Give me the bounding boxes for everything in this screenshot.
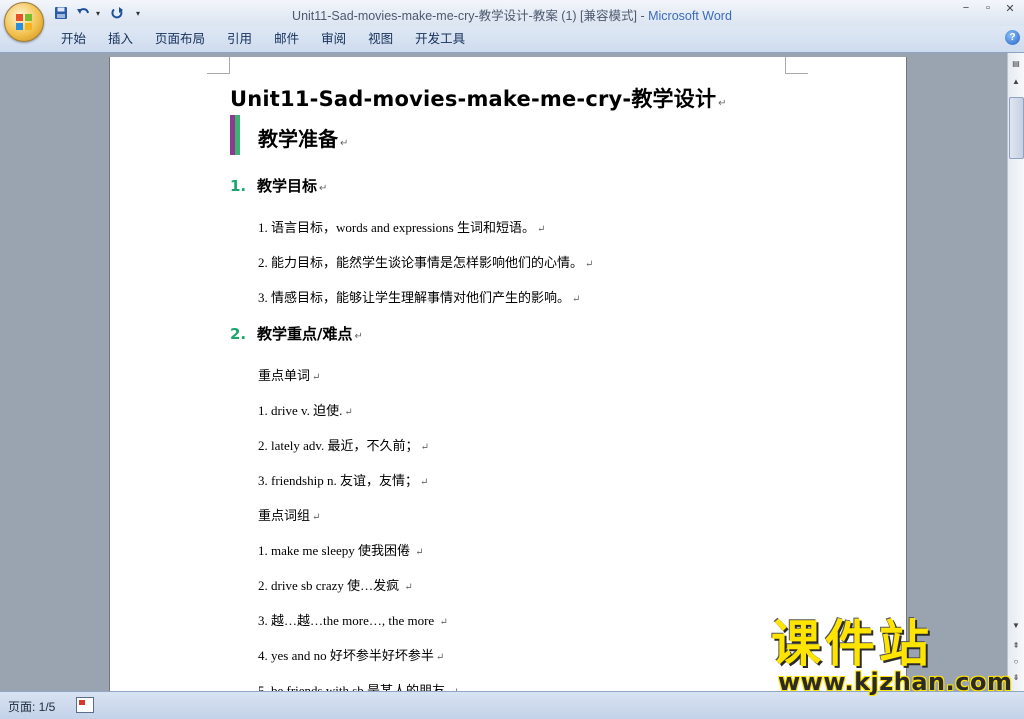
list-item: 3. 情感目标，能够让学生理解事情对他们产生的影响。 ↵ [258, 287, 580, 306]
list-item-text: 1. drive v. 迫使. [258, 403, 343, 418]
paragraph-mark-icon: ↵ [435, 652, 445, 663]
section-title: 教学目标 [257, 177, 318, 195]
list-item: 1. 语言目标，words and expressions 生词和短语。 ↵ [258, 217, 545, 236]
list-item: 2. drive sb crazy 使…发疯 ↵ [258, 575, 413, 594]
subsection-label: 重点单词 ↵ [258, 365, 320, 384]
document-title: Unit11-Sad-movies-make-me-cry-教学设计 ↵ [230, 83, 727, 113]
document-workspace: Unit11-Sad-movies-make-me-cry-教学设计 ↵ 教学准备… [0, 53, 1008, 697]
list-item-text: 3. friendship n. 友谊，友情； [258, 473, 418, 488]
tab-developer[interactable]: 开发工具 [404, 31, 476, 47]
scroll-up-icon[interactable]: ▲ [1009, 75, 1023, 89]
list-item-text: 3. 情感目标，能够让学生理解事情对他们产生的影响。 [258, 290, 571, 305]
paragraph-mark-icon: ↵ [319, 183, 328, 194]
list-item: 3. 越…越…the more…, the more ↵ [258, 610, 448, 629]
scroll-down-icon[interactable]: ▼ [1009, 619, 1023, 633]
list-item-text: 1. make me sleepy 使我困倦 [258, 543, 414, 558]
margin-corner-right [785, 57, 808, 74]
paragraph-mark-icon: ↵ [718, 98, 727, 109]
app-name: Microsoft Word [648, 9, 732, 23]
watermark-url: www.kjzhan.com [778, 668, 1013, 696]
page-count[interactable]: 页面: 1/5 [8, 698, 55, 715]
paragraph-mark-icon: ↵ [585, 259, 594, 270]
office-button[interactable] [4, 2, 44, 42]
list-item: 3. friendship n. 友谊，友情； ↵ [258, 470, 428, 489]
paragraph-mark-icon: ↵ [344, 407, 353, 418]
heading-1: 教学准备 ↵ [258, 123, 348, 152]
restore-icon[interactable]: ▫ [980, 2, 996, 15]
section-heading-2: 2. 教学重点/难点 ↵ [230, 323, 363, 344]
paragraph-mark-icon: ↵ [415, 547, 424, 558]
list-item: 1. drive v. 迫使. ↵ [258, 400, 353, 419]
tab-insert[interactable]: 插入 [97, 31, 144, 47]
key-words-label: 重点单词 [258, 368, 311, 383]
section-title: 教学重点/难点 [257, 325, 353, 343]
list-item: 2. lately adv. 最近，不久前； ↵ [258, 435, 429, 454]
tab-review[interactable]: 审阅 [310, 31, 357, 47]
scroll-thumb[interactable] [1009, 97, 1024, 159]
view-ruler-icon[interactable]: ▤ [1009, 57, 1023, 71]
paragraph-mark-icon: ↵ [312, 512, 321, 523]
tab-references[interactable]: 引用 [216, 31, 263, 47]
paragraph-mark-icon: ↵ [536, 224, 546, 235]
ribbon-tabs: 开始 插入 页面布局 引用 邮件 审阅 视图 开发工具 [50, 31, 476, 47]
proofing-icon[interactable] [76, 697, 94, 713]
document-title-text: Unit11-Sad-movies-make-me-cry-教学设计 [230, 87, 717, 111]
tab-page-layout[interactable]: 页面布局 [144, 31, 216, 47]
list-item-text: 2. 能力目标，能然学生谈论事情是怎样影响他们的心情。 [258, 255, 584, 270]
paragraph-mark-icon: ↵ [420, 442, 429, 453]
tab-home[interactable]: 开始 [50, 31, 97, 47]
section-heading-1: 1. 教学目标 ↵ [230, 175, 327, 196]
vertical-scrollbar[interactable]: ▤ ▲ ▼ ⇞ ○ ⇟ [1007, 53, 1024, 691]
previous-page-icon[interactable]: ⇞ [1009, 639, 1023, 653]
list-item-text: 2. drive sb crazy 使…发疯 [258, 578, 403, 593]
paragraph-mark-icon: ↵ [419, 477, 429, 488]
list-item: 1. make me sleepy 使我困倦 ↵ [258, 540, 424, 559]
document-page[interactable]: Unit11-Sad-movies-make-me-cry-教学设计 ↵ 教学准备… [109, 57, 907, 697]
close-icon[interactable]: ✕ [1002, 2, 1018, 15]
paragraph-mark-icon: ↵ [354, 331, 363, 342]
heading-accent-bar [235, 115, 240, 155]
help-icon[interactable]: ? [1005, 30, 1020, 45]
paragraph-mark-icon: ↵ [572, 294, 581, 305]
paragraph-mark-icon: ↵ [312, 372, 321, 383]
office-logo-icon [16, 14, 32, 30]
section-number: 2. [230, 325, 247, 343]
window-controls: − ▫ ✕ [958, 2, 1018, 15]
tab-mailings[interactable]: 邮件 [263, 31, 310, 47]
watermark-logo: 课件站 [771, 615, 933, 673]
tab-view[interactable]: 视图 [357, 31, 404, 47]
window-title: Unit11-Sad-movies-make-me-cry-教学设计-教案 (1… [0, 5, 1024, 24]
key-phrases-label: 重点词组 [258, 508, 311, 523]
subsection-label: 重点词组 ↵ [258, 505, 320, 524]
section-number: 1. [230, 177, 247, 195]
paragraph-mark-icon: ↵ [439, 617, 448, 628]
paragraph-mark-icon: ↵ [404, 582, 413, 593]
list-item-text: 1. 语言目标，words and expressions 生词和短语。 [258, 220, 535, 235]
list-item: 2. 能力目标，能然学生谈论事情是怎样影响他们的心情。 ↵ [258, 252, 593, 271]
document-name: Unit11-Sad-movies-make-me-cry-教学设计-教案 (1… [292, 9, 637, 23]
list-item: 4. yes and no 好坏参半好坏参半 ↵ [258, 645, 444, 664]
minimize-icon[interactable]: − [958, 2, 974, 15]
select-browse-object-icon[interactable]: ○ [1009, 655, 1023, 669]
title-bar: ▾ ▾ Unit11-Sad-movies-make-me-cry-教学设计-教… [0, 0, 1024, 26]
list-item-text: 4. yes and no 好坏参半好坏参半 [258, 648, 434, 663]
heading-1-text: 教学准备 [258, 127, 338, 151]
title-separator: - [637, 9, 649, 23]
list-item-text: 3. 越…越…the more…, the more [258, 613, 438, 628]
list-item-text: 2. lately adv. 最近，不久前； [258, 438, 419, 453]
ribbon: 开始 插入 页面布局 引用 邮件 审阅 视图 开发工具 ? [0, 26, 1024, 53]
margin-corner-left [207, 57, 230, 74]
paragraph-mark-icon: ↵ [340, 138, 349, 149]
